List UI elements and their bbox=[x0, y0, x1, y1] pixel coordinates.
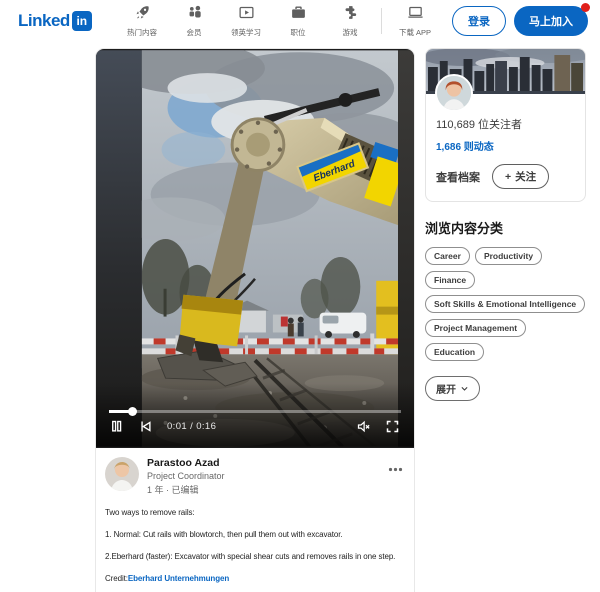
video-frame: Eberhard bbox=[96, 49, 414, 448]
feed-post-card: Eberhard bbox=[95, 48, 415, 592]
top-nav-bar: Linked in 热门内容 会员 领英学习 职位 游戏 下载 APP 登录 马上加入 bbox=[0, 0, 600, 42]
category-tag[interactable]: Soft Skills & Emotional Intelligence bbox=[425, 295, 585, 313]
join-now-label: 马上加入 bbox=[529, 16, 573, 28]
learning-icon bbox=[238, 4, 255, 26]
nav-item-games[interactable]: 游戏 bbox=[327, 4, 373, 38]
chevron-down-icon bbox=[460, 384, 469, 393]
nav-item-label: 会员 bbox=[187, 27, 202, 38]
video-player[interactable]: Eberhard bbox=[96, 49, 414, 448]
post-timestamp: 1 年 · 已编辑 bbox=[147, 483, 386, 496]
nav-item-jobs[interactable]: 职位 bbox=[275, 4, 321, 38]
category-tag[interactable]: Project Management bbox=[425, 319, 526, 337]
linkedin-in-icon: in bbox=[72, 11, 92, 31]
post-overflow-menu[interactable] bbox=[386, 457, 405, 479]
author-avatar[interactable] bbox=[105, 457, 139, 491]
expand-label: 展开 bbox=[436, 381, 456, 396]
follow-label: 关注 bbox=[515, 169, 536, 184]
nav-item-trending[interactable]: 热门内容 bbox=[119, 4, 165, 38]
plus-icon: + bbox=[505, 171, 511, 183]
nav-item-people[interactable]: 会员 bbox=[171, 4, 217, 38]
fullscreen-button[interactable] bbox=[385, 418, 401, 434]
header-divider bbox=[381, 8, 382, 34]
view-profile-link[interactable]: 查看档案 bbox=[436, 169, 480, 185]
expand-button[interactable]: 展开 bbox=[425, 376, 480, 401]
primary-nav: 热门内容 会员 领英学习 职位 游戏 bbox=[119, 4, 373, 38]
progress-knob[interactable] bbox=[128, 407, 137, 416]
follower-count: 110,689 位关注者 bbox=[436, 116, 575, 132]
category-tag[interactable]: Career bbox=[425, 247, 470, 265]
skip-start-button[interactable] bbox=[138, 418, 154, 434]
nav-item-label: 职位 bbox=[291, 27, 306, 38]
credit-prefix: Credit: bbox=[105, 574, 128, 583]
linkedin-logo-text: Linked bbox=[18, 11, 70, 31]
sign-in-button[interactable]: 登录 bbox=[452, 6, 506, 36]
post-author-row: Parastoo Azad Project Coordinator 1 年 · … bbox=[96, 448, 414, 500]
nav-item-label: 领英学习 bbox=[231, 27, 261, 38]
follow-button[interactable]: + 关注 bbox=[492, 164, 549, 189]
category-tag[interactable]: Productivity bbox=[475, 247, 542, 265]
briefcase-icon bbox=[290, 4, 307, 26]
nav-item-learning[interactable]: 领英学习 bbox=[223, 4, 269, 38]
profile-summary-card: 110,689 位关注者 1,686 则动态 查看档案 + 关注 bbox=[425, 48, 586, 202]
people-icon bbox=[186, 4, 203, 26]
post-text-line: 1. Normal: Cut rails with blowtorch, the… bbox=[105, 530, 405, 539]
nav-item-label: 热门内容 bbox=[127, 27, 157, 38]
profile-avatar[interactable] bbox=[435, 74, 473, 112]
mute-icon[interactable] bbox=[356, 418, 372, 434]
author-name[interactable]: Parastoo Azad bbox=[147, 457, 386, 469]
join-now-button[interactable]: 马上加入 bbox=[514, 6, 588, 36]
category-tag[interactable]: Education bbox=[425, 343, 484, 361]
pause-button[interactable] bbox=[109, 418, 125, 434]
download-app-button[interactable]: 下载 APP bbox=[392, 4, 438, 38]
linkedin-logo[interactable]: Linked in bbox=[18, 11, 92, 31]
category-tag-list: Career ProductivityFinance Soft Skills & E… bbox=[425, 247, 586, 361]
category-tag[interactable]: Finance bbox=[425, 271, 475, 289]
download-app-label: 下载 APP bbox=[399, 27, 431, 38]
notification-dot bbox=[581, 3, 590, 12]
categories-title: 浏览内容分类 bbox=[425, 218, 586, 237]
updates-link[interactable]: 1,686 则动态 bbox=[436, 138, 575, 153]
credit-link[interactable]: Eberhard Unternehmungen bbox=[128, 574, 229, 583]
content-categories-section: 浏览内容分类 Career ProductivityFinance Soft Ski… bbox=[425, 218, 586, 401]
video-progress-bar[interactable] bbox=[109, 410, 401, 413]
post-lines: Two ways to remove rails: 1. Normal: Cut … bbox=[105, 508, 405, 561]
rocket-icon bbox=[134, 4, 151, 26]
right-sidebar: 110,689 位关注者 1,686 则动态 查看档案 + 关注 浏览内容分类 … bbox=[425, 48, 586, 401]
post-text: Two ways to remove rails: 1. Normal: Cut … bbox=[96, 500, 414, 592]
video-controls: 0:01 / 0:16 bbox=[96, 404, 414, 448]
post-text-line: 2.Eberhard (faster): Excavator with spec… bbox=[105, 552, 405, 561]
post-text-line: Two ways to remove rails: bbox=[105, 508, 405, 517]
author-headline: Project Coordinator bbox=[147, 471, 386, 481]
puzzle-icon bbox=[342, 4, 359, 26]
laptop-icon bbox=[407, 4, 424, 26]
video-time-display: 0:01 / 0:16 bbox=[167, 421, 216, 432]
nav-item-label: 游戏 bbox=[343, 27, 358, 38]
